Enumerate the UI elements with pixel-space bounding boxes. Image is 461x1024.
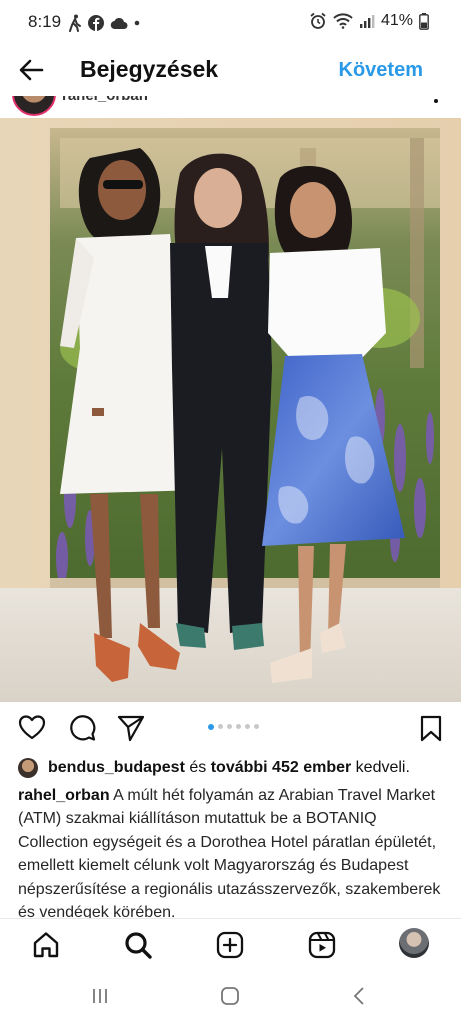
facebook-icon xyxy=(88,15,104,31)
cloud-icon xyxy=(110,17,128,30)
post-photo[interactable] xyxy=(0,118,461,702)
post-action-bar xyxy=(0,702,461,754)
system-navigation-bar xyxy=(0,970,461,1024)
paper-plane-icon[interactable] xyxy=(117,714,145,742)
alarm-icon xyxy=(310,12,326,29)
page-title: Bejegyzések xyxy=(80,56,219,82)
recent-apps-icon[interactable] xyxy=(90,986,110,1006)
post-caption: rahel_orban A múlt hét folyamán az Arabi… xyxy=(18,784,446,918)
carousel-dot xyxy=(236,724,241,729)
bookmark-icon[interactable] xyxy=(417,714,445,742)
reels-icon[interactable] xyxy=(307,930,337,960)
more-icon[interactable] xyxy=(433,98,439,116)
carousel-dot xyxy=(208,723,214,730)
follow-button[interactable]: Követem xyxy=(339,59,423,82)
post-author-username[interactable]: rahel_orban xyxy=(62,96,148,104)
profile-avatar[interactable] xyxy=(399,928,429,958)
dot-icon xyxy=(134,20,140,26)
battery-icon xyxy=(419,12,429,30)
comment-icon[interactable] xyxy=(68,714,96,742)
liker-avatar[interactable] xyxy=(18,758,38,778)
battery-percent: 41% xyxy=(380,12,413,29)
likes-count[interactable]: további 452 ember xyxy=(211,759,352,777)
carousel-dot xyxy=(254,724,259,729)
home-icon[interactable] xyxy=(31,930,61,960)
bottom-navigation xyxy=(0,918,461,971)
caption-text: A múlt hét folyamán az Arabian Travel Ma… xyxy=(18,787,441,918)
liker-username[interactable]: bendus_budapest xyxy=(48,759,185,777)
status-time: 8:19 xyxy=(28,12,62,31)
app-header: Bejegyzések Követem xyxy=(0,46,461,96)
home-button-icon[interactable] xyxy=(220,986,240,1006)
carousel-dot xyxy=(218,724,223,729)
back-button-icon[interactable] xyxy=(350,986,370,1006)
caption-username[interactable]: rahel_orban xyxy=(18,787,110,804)
carousel-dot xyxy=(227,724,232,729)
walking-icon xyxy=(69,14,81,32)
wifi-icon xyxy=(333,13,353,29)
plus-square-icon[interactable] xyxy=(215,930,245,960)
likes-suffix: kedveli. xyxy=(355,759,410,776)
post-author-avatar[interactable] xyxy=(12,96,56,116)
search-icon[interactable] xyxy=(123,930,153,960)
post-header: rahel_orban xyxy=(0,96,461,118)
heart-icon[interactable] xyxy=(18,714,46,742)
carousel-dot xyxy=(245,724,250,729)
likes-connector: és xyxy=(189,759,207,776)
status-bar: 8:19 41% xyxy=(0,0,461,46)
likes-row: bendus_budapest és további 452 ember ked… xyxy=(18,756,448,780)
arrow-left-icon[interactable] xyxy=(16,54,48,86)
post-photo-image xyxy=(0,118,461,702)
signal-icon xyxy=(359,15,375,28)
carousel-indicator xyxy=(208,723,259,730)
